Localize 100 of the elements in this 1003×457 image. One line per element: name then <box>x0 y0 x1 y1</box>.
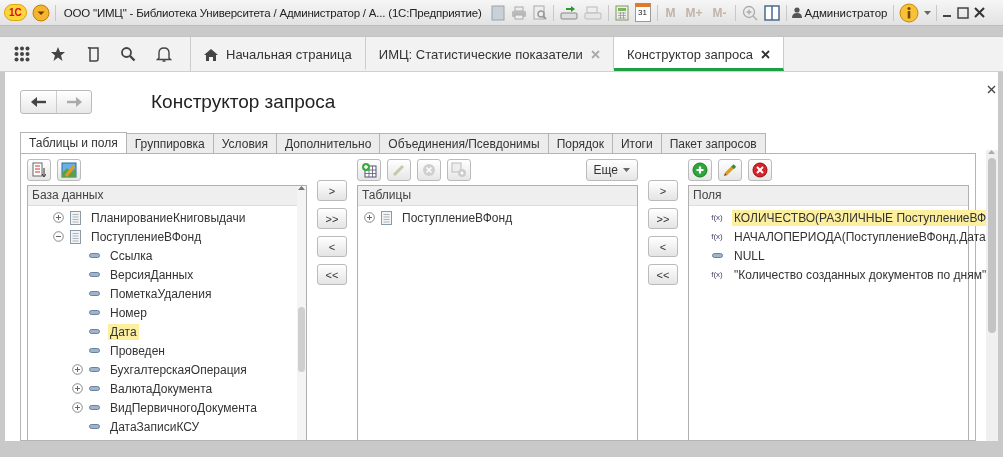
function-icon: f(x) <box>711 213 723 222</box>
move-button[interactable]: << <box>648 264 678 285</box>
edit-button[interactable] <box>718 159 742 181</box>
function-icon: f(x) <box>711 232 723 241</box>
expand-icon[interactable] <box>52 212 64 223</box>
scrollbar-thumb[interactable] <box>298 307 305 372</box>
delete-icon <box>752 162 768 178</box>
edit-query-button[interactable] <box>57 159 81 181</box>
tree-item[interactable]: ДатаЗаписиКСУ <box>108 418 202 435</box>
tree-item[interactable]: ПланированиеКниговыдачи <box>89 209 248 226</box>
home-icon <box>204 47 218 61</box>
history-icon[interactable] <box>86 46 100 62</box>
field-icon <box>88 424 100 429</box>
tab[interactable]: Объединения/Псевдонимы <box>380 133 549 154</box>
picture-pencil-icon <box>61 162 77 178</box>
column-header: Поля <box>689 186 968 206</box>
tree-item[interactable]: ВалютаДокумента <box>108 380 215 397</box>
page-tab[interactable]: ИМЦ: Статистические показатели <box>365 37 614 71</box>
column-header: База данных <box>28 186 297 206</box>
collapse-icon[interactable] <box>52 231 64 242</box>
tree-item[interactable]: ПоступлениеВФонд <box>89 228 204 245</box>
close-icon[interactable] <box>761 49 771 59</box>
tree-item[interactable]: Номер <box>108 304 149 321</box>
scrollbar-thumb[interactable] <box>987 158 996 333</box>
app-logo[interactable]: 1С <box>4 4 27 21</box>
apps-icon[interactable] <box>14 46 30 62</box>
panel-icon[interactable] <box>763 4 780 21</box>
tree-item[interactable]: Проведен <box>108 342 167 359</box>
list-button[interactable] <box>27 159 51 181</box>
add-icon <box>692 162 708 178</box>
field-icon <box>88 310 100 315</box>
scroll-up-icon[interactable] <box>298 186 305 190</box>
maximize-icon[interactable] <box>956 6 969 19</box>
tree-item[interactable]: ВерсияДанных <box>108 266 196 283</box>
move-button[interactable]: >> <box>648 208 678 229</box>
close-icon[interactable] <box>987 85 996 94</box>
field-icon <box>88 386 100 391</box>
form-title: Конструктор запроса <box>151 91 336 113</box>
tree-item[interactable]: Дата <box>108 323 139 340</box>
field-icon <box>88 329 100 334</box>
tree-item[interactable]: ВидПервичногоДокумента <box>108 399 259 416</box>
add-table-button[interactable] <box>357 159 381 181</box>
field-item[interactable]: КОЛИЧЕСТВО(РАЗЛИЧНЫЕ ПоступлениеВФ <box>732 209 989 226</box>
scrollbar[interactable] <box>297 186 306 440</box>
field-icon <box>88 348 100 353</box>
field-icon <box>88 272 100 277</box>
field-icon <box>88 367 100 372</box>
user-icon <box>791 7 802 18</box>
forward-arrow-icon <box>66 97 82 107</box>
close-icon[interactable] <box>973 7 985 18</box>
tree-item[interactable]: ПометкаУдаления <box>108 285 214 302</box>
table-icon <box>380 210 392 225</box>
move-button[interactable]: < <box>648 236 678 257</box>
delete-button[interactable] <box>748 159 772 181</box>
star-icon[interactable] <box>50 46 66 62</box>
expand-icon[interactable] <box>363 212 375 223</box>
preview-icon[interactable] <box>532 4 547 21</box>
back-arrow-icon <box>30 97 47 107</box>
field-icon <box>88 405 100 410</box>
calendar-icon[interactable]: 31 <box>634 3 651 22</box>
move-button[interactable]: < <box>317 236 347 257</box>
dropdown-icon[interactable] <box>31 3 50 22</box>
expand-icon[interactable] <box>71 383 83 394</box>
scrollbar[interactable] <box>985 150 998 441</box>
page-tab[interactable]: Конструктор запроса <box>613 37 785 71</box>
calculator-icon[interactable] <box>614 4 629 21</box>
tab[interactable]: Таблицы и поля <box>20 132 127 154</box>
search-icon[interactable] <box>120 46 136 62</box>
field-icon <box>711 253 723 258</box>
info-icon[interactable] <box>898 2 919 23</box>
field-item[interactable]: НАЧАЛОПЕРИОДА(ПоступлениеВФонд.Дата <box>732 228 988 245</box>
field-item[interactable]: NULL <box>732 247 767 264</box>
tree-item[interactable]: БухгалтерскаяОперация <box>108 361 249 378</box>
transfer-icon[interactable] <box>559 4 578 21</box>
window-title: ООО "ИМЦ" - Библиотека Университета / Администратор / А... (1С:Предприятие) <box>63 6 482 19</box>
page-tab[interactable]: Начальная страница <box>191 37 366 71</box>
bell-icon[interactable] <box>156 45 172 63</box>
expand-icon[interactable] <box>71 402 83 413</box>
move-button[interactable]: >> <box>317 208 347 229</box>
move-button[interactable]: > <box>648 180 678 201</box>
tree-item[interactable]: ПоступлениеВФонд <box>400 209 515 226</box>
field-item[interactable]: "Количество созданных документов по дням" <box>732 266 989 283</box>
column-header: Таблицы <box>358 186 637 206</box>
move-button[interactable]: << <box>317 264 347 285</box>
add-button[interactable] <box>688 159 712 181</box>
table-icon <box>69 229 81 244</box>
field-icon <box>88 253 100 258</box>
expand-icon[interactable] <box>71 364 83 375</box>
table-icon <box>69 210 81 225</box>
delete-icon <box>422 163 436 177</box>
field-icon <box>88 291 100 296</box>
move-button[interactable]: > <box>317 180 347 201</box>
user-name[interactable]: Администратор <box>804 6 888 19</box>
function-icon: f(x) <box>711 270 723 279</box>
add-table-icon <box>361 162 377 178</box>
caret-icon[interactable] <box>923 10 931 15</box>
pencil-icon <box>723 163 737 177</box>
more-button[interactable]: Еще <box>585 159 638 181</box>
caret-icon <box>623 168 630 172</box>
tree-item[interactable]: Ссылка <box>108 247 155 264</box>
